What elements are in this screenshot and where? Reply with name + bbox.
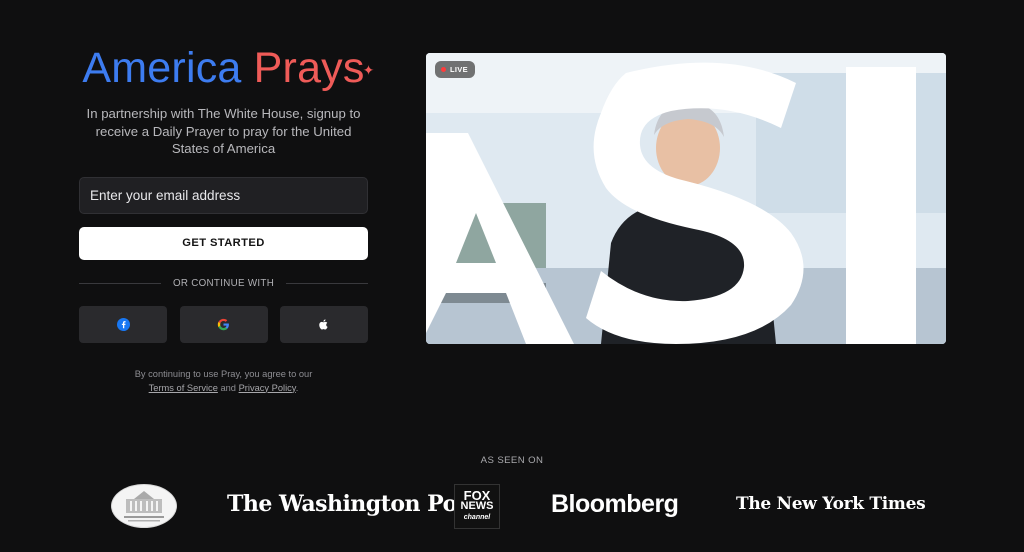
email-input[interactable]: Enter your email address	[79, 176, 368, 214]
live-label: LIVE	[450, 65, 468, 74]
sparkle-icon: ✦	[362, 62, 375, 78]
legal-line: By continuing to use Pray, you agree to …	[134, 368, 313, 379]
fox-news-logo: FOX NEWS channel	[454, 484, 500, 529]
signup-panel: America Prays ✦ In partnership with The …	[79, 44, 374, 395]
legal-links-line: Terms of Service and Privacy Policy.	[135, 381, 313, 395]
email-placeholder: Enter your email address	[90, 187, 241, 203]
get-started-button[interactable]: GET STARTED	[79, 226, 368, 260]
apple-login-button[interactable]	[280, 305, 368, 343]
legal-notice: By continuing to use Pray, you agree to …	[135, 367, 313, 395]
live-dot-icon	[441, 67, 446, 72]
washington-post-logo: The Washington Post	[227, 491, 479, 517]
news-word: NEWS	[460, 500, 494, 512]
brand-word-prays: Prays	[253, 44, 365, 92]
facebook-icon	[116, 317, 130, 331]
legal-end: .	[295, 382, 299, 393]
facebook-login-button[interactable]	[79, 305, 167, 343]
legal-and: and	[220, 382, 236, 393]
press-logos: The Washington Post FOX NEWS channel Blo…	[0, 482, 1024, 532]
privacy-policy-link[interactable]: Privacy Policy	[239, 383, 296, 393]
apple-icon	[319, 318, 328, 330]
as-seen-on-heading: AS SEEN ON	[480, 455, 544, 466]
live-video-player[interactable]: LIVE	[426, 53, 946, 344]
google-icon	[217, 318, 229, 330]
terms-of-service-link[interactable]: Terms of Service	[149, 383, 218, 393]
brand-word-america: America	[82, 44, 242, 92]
tagline: In partnership with The White House, sig…	[86, 106, 361, 156]
app-logo: America Prays ✦	[82, 44, 374, 92]
divider-line-left	[79, 282, 161, 284]
divider-label: OR CONTINUE WITH	[172, 277, 275, 289]
white-house-seal-logo	[111, 484, 177, 528]
continue-with-divider: OR CONTINUE WITH	[79, 277, 369, 289]
bloomberg-logo: Bloomberg	[551, 490, 679, 518]
channel-word: channel	[463, 514, 491, 521]
social-login-row	[79, 305, 368, 343]
new-york-times-logo: The New York Times	[736, 494, 926, 514]
video-frame	[426, 53, 946, 344]
live-badge: LIVE	[435, 61, 475, 78]
google-login-button[interactable]	[179, 305, 268, 343]
divider-line-right	[286, 282, 369, 284]
